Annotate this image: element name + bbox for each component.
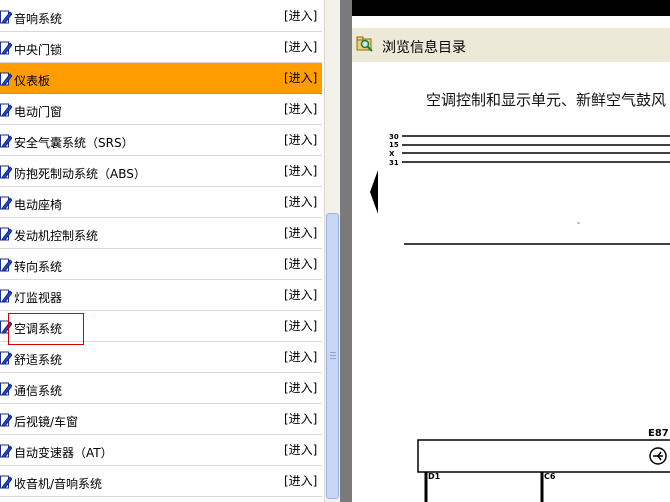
enter-link[interactable]: [进入] <box>284 379 317 396</box>
list-item[interactable]: 灯监视器 [进入] <box>0 280 322 311</box>
enter-link[interactable]: [进入] <box>284 348 317 365</box>
enter-link[interactable]: [进入] <box>284 472 317 489</box>
pencil-icon <box>0 320 12 334</box>
list-item-label: 空调系统 <box>14 322 63 336</box>
list-item[interactable]: 自动变速器（AT） [进入] <box>0 435 322 466</box>
list-item-label: 通信系统 <box>14 384 63 398</box>
pencil-icon <box>0 258 12 272</box>
list-item[interactable]: 发动机控制系统 [进入] <box>0 218 322 249</box>
list-item-label: 中央门锁 <box>14 43 63 57</box>
enter-link[interactable]: [进入] <box>284 69 317 86</box>
list-item-label: 舒适系统 <box>14 353 63 367</box>
pane-splitter[interactable] <box>340 0 352 502</box>
enter-link[interactable]: [进入] <box>284 317 317 334</box>
list-item-label: 灯监视器 <box>14 291 63 305</box>
pencil-icon <box>0 382 12 396</box>
list-item[interactable]: 防抱死制动系统（ABS） [进入] <box>0 156 322 187</box>
list-item[interactable]: 后视镜/车窗 [进入] <box>0 404 322 435</box>
enter-link[interactable]: [进入] <box>284 100 317 117</box>
left-arrow-icon <box>370 170 378 214</box>
enter-link[interactable]: [进入] <box>284 38 317 55</box>
wiring-diagram-document: 空调控制和显示单元、新鲜空气鼓风 30 15 X 31 E87 D1 C6 <box>352 82 670 502</box>
list-item[interactable]: 安全气囊系统（SRS） [进入] <box>0 125 322 156</box>
pin-wires <box>424 472 544 502</box>
list-item-label: 仪表板 <box>14 74 51 88</box>
enter-link[interactable]: [进入] <box>284 224 317 241</box>
list-item-label: 收音机/音响系统 <box>14 477 103 491</box>
enter-link[interactable]: [进入] <box>284 7 317 24</box>
enter-link[interactable]: [进入] <box>284 193 317 210</box>
pencil-icon <box>0 41 12 55</box>
component-e87 <box>417 439 670 473</box>
enter-link[interactable]: [进入] <box>284 441 317 458</box>
component-label: E87 <box>648 428 669 439</box>
pencil-icon <box>0 227 12 241</box>
list-item-label: 防抱死制动系统（ABS） <box>14 167 146 181</box>
pencil-icon <box>0 289 12 303</box>
list-item-label: 电动座椅 <box>14 198 63 212</box>
list-item-label: 转向系统 <box>14 260 63 274</box>
list-item[interactable]: 转向系统 [进入] <box>0 249 322 280</box>
toc-toolbar[interactable]: 浏览信息目录 <box>352 28 670 62</box>
list-scrollbar[interactable] <box>324 0 340 502</box>
list-item[interactable]: 仪表板 [进入] <box>0 63 322 94</box>
enter-link[interactable]: [进入] <box>284 286 317 303</box>
list-item[interactable]: 舒适系统 [进入] <box>0 342 322 373</box>
scrollbar-grip-icon <box>330 352 336 360</box>
enter-link[interactable]: [进入] <box>284 255 317 272</box>
pin-label-d1: D1 <box>428 472 441 481</box>
pencil-icon <box>0 103 12 117</box>
bus-lines <box>402 135 670 245</box>
pencil-icon <box>0 165 12 179</box>
pencil-icon <box>0 351 12 365</box>
list-item-label: 安全气囊系统（SRS） <box>14 136 134 150</box>
enter-link[interactable]: [进入] <box>284 410 317 427</box>
pencil-icon <box>0 475 12 489</box>
list-item[interactable]: 通信系统 [进入] <box>0 373 322 404</box>
wiring-diagram <box>370 135 670 502</box>
list-item[interactable]: 收音机/音响系统 [进入] <box>0 466 322 497</box>
list-item-label: 自动变速器（AT） <box>14 446 113 460</box>
pencil-icon <box>0 413 12 427</box>
list-item[interactable]: 音响系统 [进入] <box>0 1 322 32</box>
pencil-icon <box>0 444 12 458</box>
scrollbar-thumb[interactable] <box>326 213 339 499</box>
list-item[interactable]: 空调系统 [进入] <box>0 311 322 342</box>
enter-link[interactable]: [进入] <box>284 131 317 148</box>
pencil-icon <box>0 134 12 148</box>
folder-magnifier-icon[interactable] <box>356 35 374 53</box>
list-item-label: 后视镜/车窗 <box>14 415 79 429</box>
pin-label-c6: C6 <box>544 472 556 481</box>
pencil-icon <box>0 72 12 86</box>
pencil-icon <box>0 196 12 210</box>
top-bar <box>352 0 670 16</box>
list-item-label: 音响系统 <box>14 12 63 26</box>
toc-label[interactable]: 浏览信息目录 <box>382 37 466 57</box>
list-item[interactable]: 电动座椅 [进入] <box>0 187 322 218</box>
list-item[interactable]: 电动门窗 [进入] <box>0 94 322 125</box>
pencil-icon <box>0 10 12 24</box>
system-list-pane: 音响系统 [进入] 中央门锁 [进入] 仪表板 [进入] 电动门窗 [进入] 安全气囊系统（SR… <box>0 0 324 502</box>
enter-link[interactable]: [进入] <box>284 162 317 179</box>
document-pane: 浏览信息目录 空调控制和显示单元、新鲜空气鼓风 30 15 X 31 E87 D… <box>352 0 670 502</box>
list-item[interactable]: 中央门锁 [进入] <box>0 32 322 63</box>
list-item-label: 电动门窗 <box>14 105 63 119</box>
list-item-label: 发动机控制系统 <box>14 229 99 243</box>
